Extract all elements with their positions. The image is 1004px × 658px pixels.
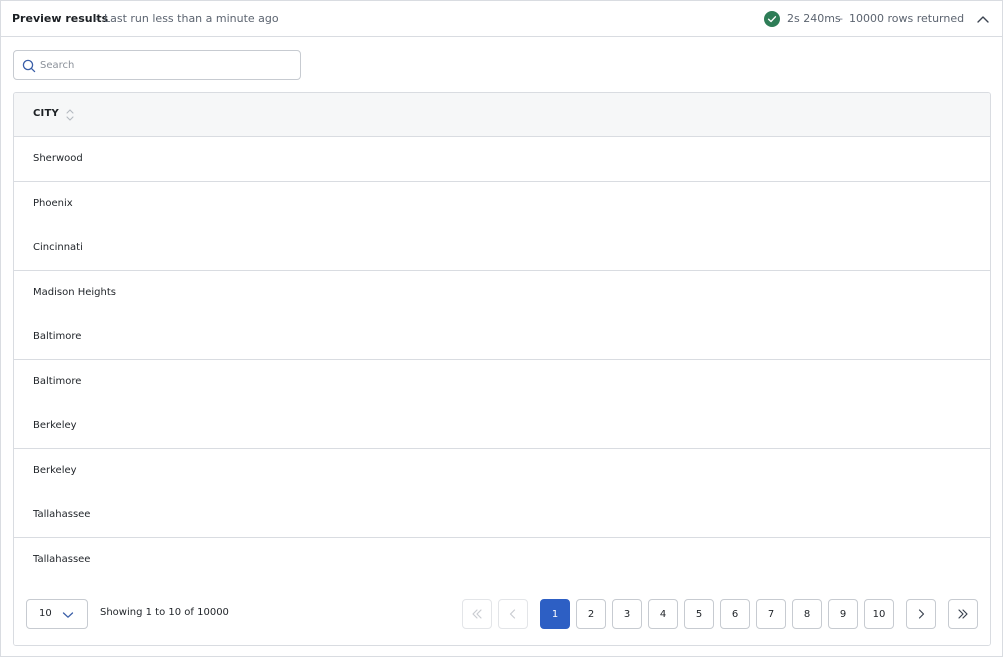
cell-city: Phoenix: [33, 198, 73, 209]
page-button[interactable]: 1: [540, 599, 570, 629]
pagination-bar: 10 Showing 1 to 10 of 10000 1 2 3 4 5 6 …: [14, 582, 990, 645]
previous-page-button[interactable]: [498, 599, 528, 629]
run-duration: 2s 240ms: [787, 12, 841, 25]
cell-city: Baltimore: [33, 331, 82, 342]
cell-city: Madison Heights: [33, 287, 116, 298]
results-table: CITY Sherwood Phoenix Cincinnati Madison…: [13, 92, 991, 646]
cell-city: Berkeley: [33, 465, 77, 476]
cell-city: Cincinnati: [33, 242, 83, 253]
search-icon: [22, 59, 36, 73]
collapse-chevron-up-icon[interactable]: [975, 12, 991, 26]
showing-range-text: Showing 1 to 10 of 10000: [100, 607, 229, 618]
chevron-left-icon: [509, 609, 516, 619]
rows-returned: 10000 rows returned: [849, 12, 965, 25]
table-row: Tallahassee: [14, 493, 990, 538]
table-row: Sherwood: [14, 137, 990, 182]
double-chevron-left-icon: [472, 609, 482, 619]
header-separator: -: [839, 12, 843, 25]
table-row: Madison Heights: [14, 271, 990, 316]
last-page-button[interactable]: [948, 599, 978, 629]
header-separator: -: [94, 12, 98, 25]
success-check-icon: [764, 11, 780, 27]
column-header-city[interactable]: CITY: [33, 108, 59, 119]
table-row: Tallahassee: [14, 538, 990, 583]
chevron-down-icon: [62, 612, 74, 618]
table-row: Berkeley: [14, 449, 990, 494]
preview-results-panel: Preview results - Last run less than a m…: [0, 0, 1003, 657]
table-row: Cincinnati: [14, 226, 990, 271]
page-size-value: 10: [39, 608, 52, 619]
page-button[interactable]: 2: [576, 599, 606, 629]
sort-icon[interactable]: [65, 106, 75, 124]
panel-header: Preview results - Last run less than a m…: [1, 1, 1002, 37]
table-row: Phoenix: [14, 182, 990, 227]
page-button[interactable]: 10: [864, 599, 894, 629]
chevron-right-icon: [918, 609, 925, 619]
table-row: Berkeley: [14, 404, 990, 449]
cell-city: Berkeley: [33, 420, 77, 431]
next-page-button[interactable]: [906, 599, 936, 629]
cell-city: Sherwood: [33, 153, 83, 164]
last-run-text: Last run less than a minute ago: [104, 12, 279, 25]
page-button[interactable]: 4: [648, 599, 678, 629]
table-row: Baltimore: [14, 360, 990, 405]
page-button[interactable]: 7: [756, 599, 786, 629]
search-input[interactable]: [40, 56, 295, 74]
table-header: CITY: [14, 93, 990, 137]
first-page-button[interactable]: [462, 599, 492, 629]
cell-city: Baltimore: [33, 376, 82, 387]
page-button[interactable]: 6: [720, 599, 750, 629]
table-row: Baltimore: [14, 315, 990, 360]
page-size-select[interactable]: 10: [26, 599, 88, 629]
search-box[interactable]: [13, 50, 301, 80]
page-button[interactable]: 9: [828, 599, 858, 629]
double-chevron-right-icon: [958, 609, 968, 619]
cell-city: Tallahassee: [33, 554, 91, 565]
cell-city: Tallahassee: [33, 509, 91, 520]
page-button[interactable]: 5: [684, 599, 714, 629]
page-button[interactable]: 3: [612, 599, 642, 629]
page-button[interactable]: 8: [792, 599, 822, 629]
